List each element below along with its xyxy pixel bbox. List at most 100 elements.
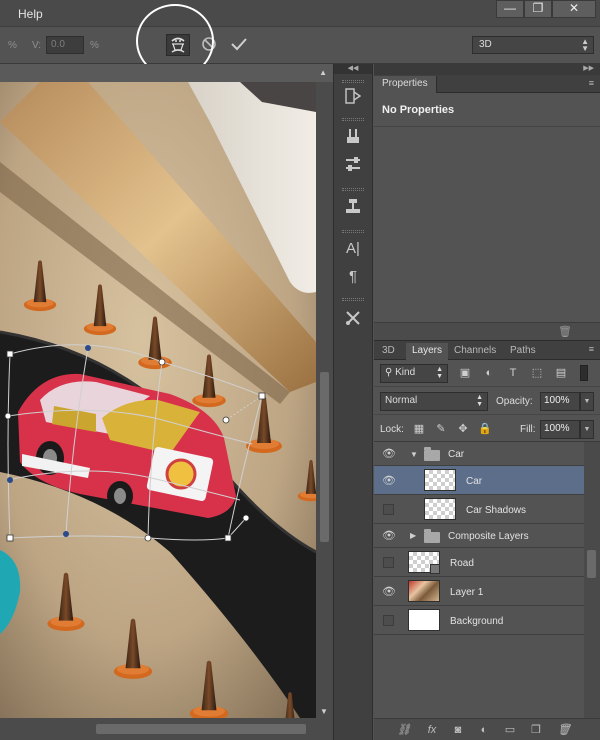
- tool-presets-icon[interactable]: [342, 308, 364, 330]
- layer-row-layer-1[interactable]: 👁 Layer 1: [374, 577, 584, 606]
- new-group-icon[interactable]: ▭: [502, 723, 518, 737]
- lock-transparent-icon[interactable]: ▦: [412, 422, 426, 436]
- eye-icon[interactable]: 👁: [380, 447, 398, 460]
- tab-layers[interactable]: Layers: [406, 343, 449, 360]
- commit-transform-icon[interactable]: [230, 36, 248, 52]
- scroll-up-icon[interactable]: ▲: [319, 68, 327, 77]
- lock-image-icon[interactable]: ✎: [434, 422, 448, 436]
- new-layer-icon[interactable]: ❐: [528, 723, 544, 737]
- brush-presets-icon[interactable]: [342, 126, 364, 148]
- layer-thumbnail: [408, 580, 440, 602]
- collapse-dock-icon[interactable]: ◀◀: [334, 64, 372, 74]
- layer-row-car-shadows[interactable]: Car Shadows: [374, 495, 584, 524]
- dock-grip[interactable]: [342, 188, 364, 191]
- menu-help[interactable]: Help: [18, 7, 43, 21]
- eye-icon[interactable]: 👁: [380, 529, 398, 542]
- filter-kind-select[interactable]: ⚲ Kind ▲ ▼: [380, 364, 448, 383]
- shape-filter-icon[interactable]: ⬚: [530, 366, 544, 380]
- pixel-filter-icon[interactable]: ▣: [458, 366, 472, 380]
- layer-row-composite-layers[interactable]: 👁 ▶ Composite Layers: [374, 524, 584, 548]
- layer-name: Road: [450, 558, 474, 569]
- lock-all-icon[interactable]: 🔒: [478, 422, 492, 436]
- opacity-slider-toggle[interactable]: ▼: [580, 392, 594, 411]
- trash-icon[interactable]: 🗑: [558, 325, 572, 338]
- expanded-triangle-icon[interactable]: ▼: [410, 450, 418, 459]
- collapse-panel-icon[interactable]: ▶▶: [374, 64, 600, 75]
- properties-panel: ▶▶ Properties ≡ No Properties 🗑: [374, 64, 600, 340]
- adjustments-icon[interactable]: [342, 154, 364, 176]
- canvas-vertical-scrollbar[interactable]: ▼: [316, 82, 333, 718]
- fill-slider-toggle[interactable]: ▼: [580, 420, 594, 439]
- layer-list: 👁 ▼ Car 👁 Car Car Shadows 👁 ▶ Composite …: [374, 442, 584, 718]
- layer-row-road[interactable]: Road: [374, 548, 584, 577]
- vertical-scroll-thumb[interactable]: [320, 372, 329, 542]
- delete-layer-icon[interactable]: 🗑: [556, 723, 572, 737]
- opacity-label: Opacity:: [496, 396, 533, 407]
- properties-footer: 🗑: [374, 322, 600, 340]
- tab-properties[interactable]: Properties: [374, 76, 437, 93]
- dock-grip[interactable]: [342, 230, 364, 233]
- opacity-field[interactable]: 100%: [540, 392, 580, 411]
- layer-filter-row: ⚲ Kind ▲ ▼ ▣ ◐ T ⬚ ▤: [374, 360, 600, 386]
- visibility-toggle[interactable]: [383, 557, 394, 568]
- maximize-button[interactable]: ❐: [524, 0, 552, 18]
- scroll-down-icon[interactable]: ▼: [320, 707, 328, 716]
- dock-grip[interactable]: [342, 298, 364, 301]
- add-mask-icon[interactable]: ◙: [450, 723, 466, 737]
- document-canvas[interactable]: ▲ ▼: [0, 64, 333, 740]
- layer-row-car[interactable]: 👁 Car: [374, 466, 584, 495]
- history-icon[interactable]: [342, 86, 364, 108]
- tab-3d[interactable]: 3D: [376, 343, 401, 360]
- smart-object-icon: [430, 564, 440, 574]
- select-arrows-icon: ▲ ▼: [581, 37, 589, 53]
- link-layers-icon[interactable]: ⛓: [396, 723, 412, 737]
- v-unit-label: %: [90, 40, 99, 51]
- tab-paths[interactable]: Paths: [504, 343, 542, 360]
- layer-row-car-group[interactable]: 👁 ▼ Car: [374, 442, 584, 466]
- paragraph-icon[interactable]: ¶: [342, 266, 364, 288]
- horizontal-scroll-thumb[interactable]: [96, 724, 306, 734]
- layer-name: Layer 1: [450, 587, 484, 598]
- dock-grip[interactable]: [342, 80, 364, 83]
- new-adjustment-layer-icon[interactable]: ◐: [476, 723, 492, 737]
- adjustment-filter-icon[interactable]: ◐: [482, 366, 496, 380]
- collapsed-triangle-icon[interactable]: ▶: [410, 531, 416, 540]
- visibility-toggle[interactable]: [383, 504, 394, 515]
- lock-position-icon[interactable]: ✥: [456, 422, 470, 436]
- panel-menu-icon[interactable]: ≡: [589, 345, 594, 354]
- type-filter-icon[interactable]: T: [506, 366, 520, 380]
- close-button[interactable]: ✕: [552, 0, 596, 18]
- layer-name: Car: [466, 476, 483, 487]
- visibility-toggle[interactable]: [383, 615, 394, 626]
- dock-grip[interactable]: [342, 118, 364, 121]
- layers-footer: ⛓ fx ◙ ◐ ▭ ❐ 🗑: [374, 718, 600, 740]
- v-value-field[interactable]: 0.0: [46, 36, 84, 54]
- panel-dock-column: ◀◀ A| ¶: [333, 64, 373, 740]
- divider: [374, 126, 600, 127]
- layer-scroll-thumb[interactable]: [587, 550, 596, 578]
- eye-icon[interactable]: 👁: [380, 474, 398, 487]
- folder-icon: [424, 447, 440, 461]
- v-label: V:: [32, 40, 42, 51]
- canvas-image[interactable]: [0, 82, 316, 718]
- eye-icon[interactable]: 👁: [380, 585, 398, 598]
- panel-menu-icon[interactable]: ≡: [589, 79, 594, 88]
- layer-row-background[interactable]: Background: [374, 606, 584, 635]
- smart-object-filter-icon[interactable]: ▤: [554, 366, 568, 380]
- minimize-button[interactable]: —: [496, 0, 524, 18]
- layer-name: Car: [448, 449, 465, 460]
- filter-toggle[interactable]: [580, 365, 588, 381]
- canvas-horizontal-scrollbar[interactable]: [0, 718, 333, 740]
- clone-source-icon[interactable]: [342, 196, 364, 218]
- character-icon[interactable]: A|: [342, 238, 364, 260]
- menu-bar: Help — ❐ ✕: [0, 0, 600, 26]
- blend-mode-select[interactable]: Normal ▲ ▼: [380, 392, 488, 411]
- fill-field[interactable]: 100%: [540, 420, 580, 439]
- layer-thumbnail: [424, 469, 456, 491]
- layer-style-icon[interactable]: fx: [424, 723, 440, 737]
- mode-select[interactable]: 3D ▲ ▼: [472, 36, 594, 54]
- tab-channels[interactable]: Channels: [448, 343, 502, 360]
- blend-row: Normal ▲ ▼ Opacity: 100% ▼: [374, 386, 600, 414]
- layer-list-scrollbar[interactable]: [584, 442, 600, 718]
- select-arrows-icon: ▲ ▼: [476, 394, 483, 408]
